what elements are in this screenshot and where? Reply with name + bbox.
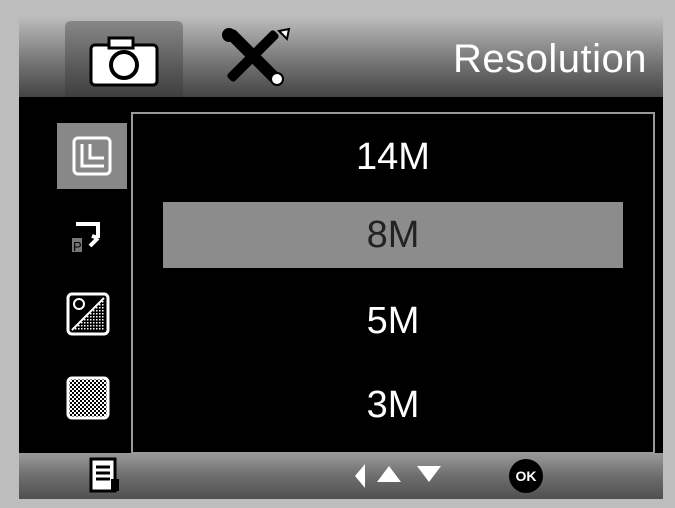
tab-camera[interactable]	[65, 21, 183, 97]
resolution-options-panel: 14M 8M 5M 3M	[131, 112, 655, 454]
option-3m[interactable]: 3M	[133, 372, 653, 438]
up-arrow-icon[interactable]	[375, 463, 403, 485]
camera-screen: Resolution P 14M 8M 5M 3M OK	[19, 17, 663, 499]
menu-icon[interactable]	[89, 457, 121, 495]
bottom-bar: OK	[19, 453, 663, 499]
top-bar: Resolution	[19, 17, 663, 97]
sidebar-item-resolution[interactable]	[57, 123, 127, 189]
resolution-icon	[72, 136, 112, 176]
option-5m[interactable]: 5M	[133, 288, 653, 354]
camera-icon	[89, 36, 159, 87]
page-title: Resolution	[452, 37, 647, 81]
sidebar-item-quality[interactable]	[61, 371, 115, 425]
svg-text:P: P	[73, 239, 82, 254]
down-arrow-icon[interactable]	[415, 463, 443, 485]
quality-icon	[66, 376, 110, 420]
tools-icon[interactable]	[217, 27, 297, 89]
playback-icon: P	[72, 222, 100, 254]
exposure-icon	[66, 292, 110, 336]
option-14m[interactable]: 14M	[133, 124, 653, 190]
sidebar-item-playback[interactable]: P	[61, 207, 115, 261]
option-8m-selected[interactable]: 8M	[163, 202, 623, 268]
left-arrow-icon[interactable]	[353, 461, 367, 491]
sidebar-item-exposure[interactable]	[61, 287, 115, 341]
settings-sidebar: P	[19, 97, 131, 453]
ok-icon[interactable]: OK	[509, 459, 543, 493]
